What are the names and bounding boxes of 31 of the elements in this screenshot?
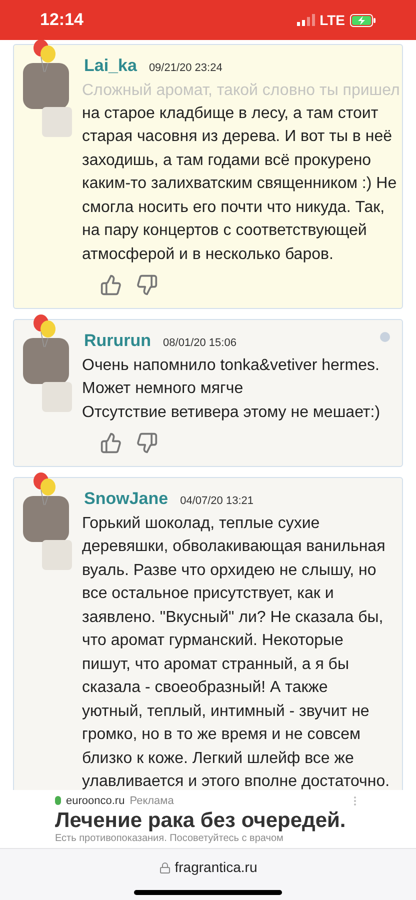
comment-date: 09/21/20 23:24 (148, 61, 222, 76)
perfume-photo-placeholder (42, 107, 72, 137)
avatar-photo-placeholder (23, 63, 69, 109)
ad-domain: euroonco.ru (66, 794, 125, 808)
perfume-photo-placeholder (42, 540, 72, 570)
thumbs-up-icon[interactable] (100, 274, 122, 296)
lock-icon (158, 862, 171, 874)
avatar-photo-placeholder (23, 338, 69, 384)
thumbs-up-icon[interactable] (100, 432, 122, 454)
comment-text: Может немного мягче (82, 379, 244, 399)
status-time: 12:14 (40, 9, 84, 32)
thumbs-down-icon[interactable] (136, 274, 158, 296)
comment-text-faded: Сложный аромат, такой словно ты пришел (82, 80, 400, 100)
ad-headline: Лечение рака без очередей. (55, 809, 347, 833)
comment-text: Горький шоколад, теплые сухие деревяшки, обволакивающая ванильная вуаль. Разве что орхидею не слышу, но все остальное присутствует, как и заявлено. "Вкусный" ли? Не сказала бы, что аромат гурманский. Некоторые пишут, что аромат странный, а я бы сказала - своеобразный! А также уютный, теплый, интимный - звучит не громко, но в то же время и не совсем близко к коже. Легкий шлейф все же улавливается и этого вполне достаточно. (82, 514, 390, 790)
comment-text: Очень напомнило tonka&vetiver hermes. (82, 356, 380, 376)
signal-icon (296, 14, 315, 26)
network-label: LTE (320, 10, 345, 30)
comment-text: на старое кладбище в лесу, а там стоит старая часовня из дерева. И вот ты в неё заходишь, а там годами всё прокурено каким-то залихватским священником :) Не смогла носить его почти что никуда. Так, на пару концертов с соответствующей атмосферой и в несколько баров. (82, 104, 398, 264)
thumbs-down-icon[interactable] (136, 432, 158, 454)
username-link[interactable]: Rururun (84, 328, 152, 354)
perfume-photo-placeholder (42, 382, 72, 412)
comment-date: 04/07/20 13:21 (180, 494, 254, 509)
username-link[interactable]: SnowJane (84, 486, 168, 512)
comment-text: Отсутствие ветивера этому не мешает:) (82, 402, 382, 422)
username-link[interactable]: Lai_ka (84, 53, 137, 78)
url-text[interactable]: fragrantica.ru (174, 857, 258, 878)
avatar-photo-placeholder (23, 496, 69, 542)
ad-disclaimer: Есть противопоказания. Посоветуйтесь с врачом (55, 833, 284, 845)
comment-date: 08/01/20 15:06 (163, 336, 236, 351)
ad-label: Реклама (130, 794, 174, 808)
